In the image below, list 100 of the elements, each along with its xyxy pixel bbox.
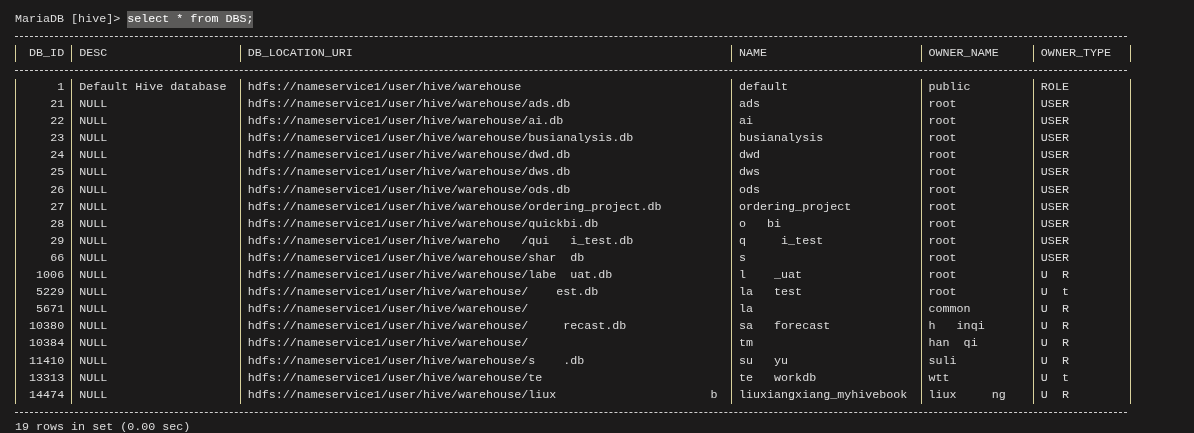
- table-cell: U R: [1040, 386, 1069, 404]
- table-cell: hdfs://nameservice1/user/hive/warehouse/: [247, 335, 529, 353]
- table-cell: 26: [50, 181, 65, 199]
- table-cell: USER: [1040, 130, 1069, 148]
- table-cell: root: [928, 164, 957, 182]
- table-cell: NULL: [79, 369, 108, 387]
- table-cell: root: [928, 147, 957, 165]
- table-cell: U R: [1040, 267, 1069, 285]
- table-cell: hdfs://nameservice1/user/hive/warehouse/ordering_project.db: [247, 198, 662, 216]
- column-header: DB_ID: [29, 45, 65, 62]
- table-cell: dwd: [739, 147, 761, 165]
- table-cell: hdfs://nameservice1/user/hive/warehouse: [247, 79, 522, 96]
- table-cell: hdfs://nameservice1/user/hive/warehouse/s .db: [247, 352, 585, 370]
- table-cell: 5671: [36, 301, 65, 319]
- table-cell: root: [928, 249, 957, 267]
- table-cell: 13313: [29, 369, 65, 387]
- table-cell: common: [928, 301, 971, 319]
- table-cell: USER: [1040, 181, 1069, 199]
- table-cell: hdfs://nameservice1/user/hive/warehouse/shar db: [247, 249, 585, 267]
- table-cell: hdfs://nameservice1/user/hive/warehouse/ai.db: [247, 113, 564, 131]
- table-cell: hdfs://nameservice1/user/hive/wareho /qui i_test.db: [247, 232, 634, 250]
- table-cell: hdfs://nameservice1/user/hive/warehouse/busianalysis.db: [247, 130, 634, 148]
- table-cell: NULL: [79, 232, 108, 250]
- table-cell: 10384: [29, 335, 65, 353]
- table-cell: U R: [1040, 335, 1069, 353]
- table-cell: USER: [1040, 113, 1069, 131]
- table-cell: ads: [739, 96, 761, 114]
- table-cell: suli: [928, 352, 957, 370]
- table-cell: la test: [739, 284, 803, 302]
- table-cell: 10380: [29, 318, 65, 336]
- table-cell: NULL: [79, 198, 108, 216]
- table-cell: root: [928, 113, 957, 131]
- table-cell: 25: [50, 164, 65, 182]
- table-cell: USER: [1040, 96, 1069, 114]
- table-cell: U R: [1040, 352, 1069, 370]
- table-cell: NULL: [79, 249, 108, 267]
- prompt-label: MariaDB [hive]>: [15, 11, 121, 28]
- table-cell: han qi: [928, 335, 978, 353]
- table-cell: hdfs://nameservice1/user/hive/warehouse/: [247, 301, 529, 319]
- table-cell: NULL: [79, 96, 108, 114]
- table-cell: NULL: [79, 113, 108, 131]
- table-cell: public: [928, 79, 971, 96]
- table-cell: USER: [1040, 198, 1069, 216]
- table-cell: default: [739, 79, 789, 96]
- table-cell: U R: [1040, 318, 1069, 336]
- table-cell: Default Hive database: [79, 79, 227, 96]
- column-header: DESC: [79, 45, 108, 62]
- table-cell: USER: [1040, 232, 1069, 250]
- table-cell: root: [928, 130, 957, 148]
- table-cell: 27: [50, 198, 65, 216]
- table-cell: ai: [739, 113, 754, 131]
- table-cell: ods: [739, 181, 761, 199]
- table-cell: 28: [50, 215, 65, 233]
- table-cell: NULL: [79, 301, 108, 319]
- table-cell: root: [928, 267, 957, 285]
- table-cell: tm: [739, 335, 754, 353]
- table-cell: wtt: [928, 369, 950, 387]
- column-header: OWNER_NAME: [928, 45, 999, 62]
- table-cell: NULL: [79, 181, 108, 199]
- table-cell: USER: [1040, 249, 1069, 267]
- table-cell: USER: [1040, 215, 1069, 233]
- column-header: NAME: [739, 45, 768, 62]
- table-cell: NULL: [79, 352, 108, 370]
- table-cell: hdfs://nameservice1/user/hive/warehouse/ods.db: [247, 181, 571, 199]
- table-cell: NULL: [79, 215, 108, 233]
- table-cell: root: [928, 198, 957, 216]
- table-cell: 11410: [29, 352, 65, 370]
- table-cell: NULL: [79, 386, 108, 404]
- table-cell: 23: [50, 130, 65, 148]
- table-cell: hdfs://nameservice1/user/hive/warehouse/ est.db: [247, 284, 599, 302]
- table-cell: root: [928, 284, 957, 302]
- table-cell: 29: [50, 232, 65, 250]
- table-cell: root: [928, 215, 957, 233]
- table-cell: NULL: [79, 164, 108, 182]
- table-cell: NULL: [79, 318, 108, 336]
- table-cell: hdfs://nameservice1/user/hive/warehouse/ recast.db: [247, 318, 627, 336]
- table-cell: 22: [50, 113, 65, 131]
- table-cell: hdfs://nameservice1/user/hive/warehouse/liux b: [247, 386, 718, 404]
- table-cell: dws: [739, 164, 761, 182]
- table-cell: liux ng: [928, 386, 1006, 404]
- table-cell: NULL: [79, 267, 108, 285]
- table-cell: hdfs://nameservice1/user/hive/warehouse/ads.db: [247, 96, 571, 114]
- table-cell: NULL: [79, 130, 108, 148]
- table-cell: su yu: [739, 352, 789, 370]
- table-cell: 1: [57, 79, 65, 96]
- table-cell: ordering_project: [739, 198, 852, 216]
- table-cell: te workdb: [739, 369, 817, 387]
- table-cell: la: [739, 301, 754, 319]
- table-cell: NULL: [79, 335, 108, 353]
- table-cell: hdfs://nameservice1/user/hive/warehouse/labe uat.db: [247, 267, 613, 285]
- table-cell: U t: [1040, 284, 1069, 302]
- table-cell: hdfs://nameservice1/user/hive/warehouse/quickbi.db: [247, 215, 599, 233]
- table-cell: NULL: [79, 147, 108, 165]
- status-text: 19 rows in set (0.00 sec): [15, 418, 192, 433]
- table-cell: root: [928, 181, 957, 199]
- table-cell: q i_test: [739, 232, 824, 250]
- command-text: select * from DBS;: [127, 11, 254, 28]
- column-header: OWNER_TYPE: [1040, 45, 1111, 62]
- table-cell: hdfs://nameservice1/user/hive/warehouse/dws.db: [247, 164, 571, 182]
- table-cell: 1006: [36, 267, 65, 285]
